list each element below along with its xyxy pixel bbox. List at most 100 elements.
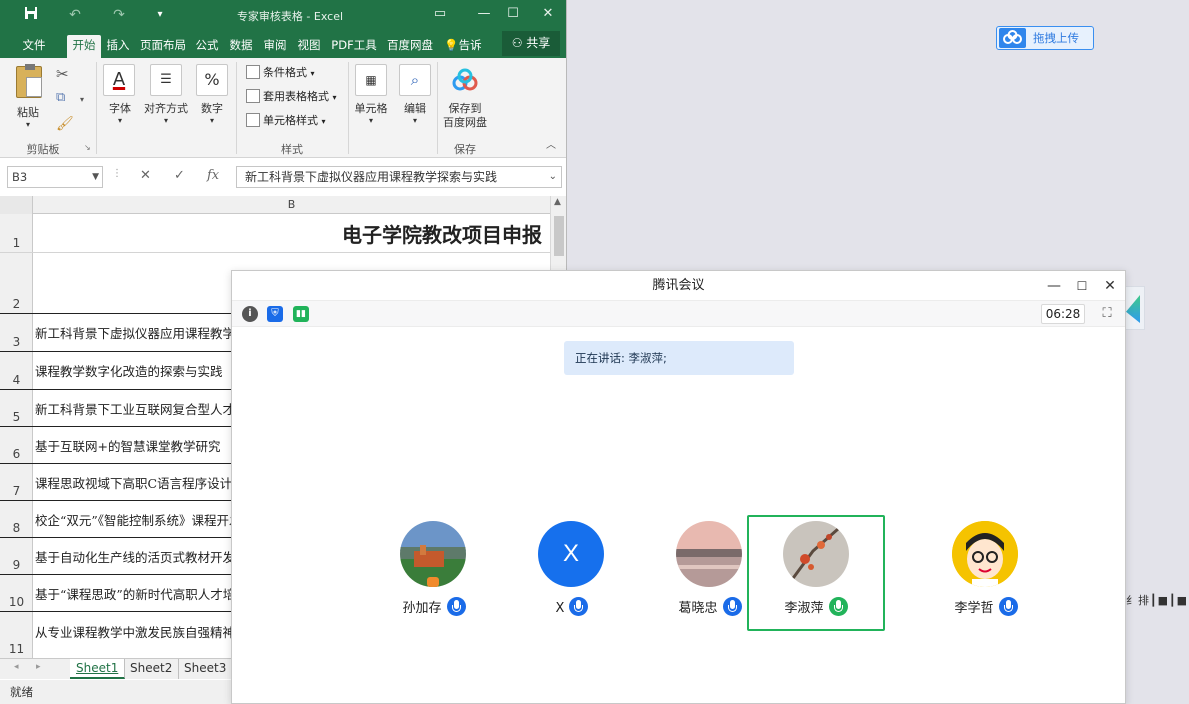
- tab-formulas[interactable]: 公式: [193, 35, 221, 58]
- collapse-ribbon-icon[interactable]: ︿: [546, 136, 556, 156]
- row-header[interactable]: 10: [0, 575, 33, 611]
- number-label: 数字: [201, 102, 223, 115]
- copy-dropdown-icon[interactable]: ▾: [80, 90, 84, 110]
- row-header[interactable]: 3: [0, 314, 33, 351]
- row-header[interactable]: 1: [0, 214, 33, 252]
- participant-name: X: [503, 597, 641, 616]
- participant-tile-active-speaker[interactable]: 李淑萍: [747, 515, 885, 631]
- number-dropdown-icon: ▾: [209, 116, 214, 125]
- cell-style-button[interactable]: 单元格样式 ▾: [246, 111, 326, 131]
- row-header[interactable]: 8: [0, 501, 33, 537]
- cell-style-label: 单元格样式: [263, 114, 318, 127]
- speaking-indicator: 正在讲话: 李淑萍;: [564, 341, 794, 375]
- cells-dropdown-icon: ▾: [368, 116, 373, 125]
- edit-button[interactable]: ⌕ 编辑 ▾: [397, 64, 433, 134]
- paste-label: 粘贴: [17, 106, 39, 119]
- tab-home[interactable]: 开始: [67, 35, 101, 58]
- share-button[interactable]: ⚇ 共享: [502, 31, 560, 56]
- signal-icon[interactable]: ▮▮: [293, 306, 309, 322]
- maximize-icon[interactable]: ☐: [1072, 276, 1092, 296]
- fullscreen-icon[interactable]: ⛶: [1098, 305, 1116, 323]
- row-header[interactable]: 4: [0, 352, 33, 389]
- info-icon[interactable]: i: [242, 306, 258, 322]
- row-header[interactable]: 9: [0, 538, 33, 574]
- tab-file[interactable]: 文件: [14, 35, 54, 58]
- save-to-baidu-button[interactable]: 保存到 百度网盘: [440, 64, 490, 134]
- font-button[interactable]: A 字体 ▾: [102, 64, 138, 134]
- sheet-tab-1[interactable]: Sheet1: [70, 659, 126, 679]
- prev-sheet-icon[interactable]: ◂: [14, 662, 19, 672]
- select-all-corner[interactable]: [0, 196, 33, 214]
- name-box-value: B3: [12, 170, 28, 184]
- enter-icon[interactable]: ✓: [174, 168, 185, 183]
- row-header[interactable]: 6: [0, 427, 33, 463]
- scroll-up-icon[interactable]: ▲: [554, 197, 561, 207]
- copy-icon[interactable]: ⧉: [56, 88, 65, 108]
- scroll-thumb[interactable]: [554, 216, 564, 256]
- cancel-icon[interactable]: ✕: [140, 168, 151, 183]
- cut-icon[interactable]: ✂: [56, 64, 69, 84]
- sheet-tab-2[interactable]: Sheet2: [124, 659, 180, 679]
- security-shield-icon[interactable]: ⛨: [267, 306, 283, 322]
- lightbulb-icon: 💡: [444, 38, 459, 52]
- row-header[interactable]: 7: [0, 464, 33, 500]
- tab-view[interactable]: 视图: [295, 35, 323, 58]
- participant-name: 李淑萍: [747, 597, 885, 616]
- sheet-title-cell[interactable]: 电子学院教改项目申报: [35, 214, 550, 252]
- save-icon[interactable]: [22, 6, 40, 24]
- close-icon[interactable]: ✕: [1100, 276, 1120, 296]
- participant-tile[interactable]: 孙加存: [365, 515, 503, 631]
- align-button[interactable]: ☰ 对齐方式 ▾: [141, 64, 191, 134]
- close-icon[interactable]: ✕: [538, 5, 558, 23]
- sheet-tab-3[interactable]: Sheet3: [178, 659, 234, 679]
- table-row[interactable]: 1 电子学院教改项目申报: [0, 214, 550, 253]
- cell-style-icon: [246, 113, 260, 127]
- format-painter-icon[interactable]: 🖌: [56, 114, 74, 134]
- tab-review[interactable]: 审阅: [261, 35, 289, 58]
- divider: [437, 62, 438, 154]
- expand-formula-icon[interactable]: ⌄: [549, 167, 557, 187]
- formula-input[interactable]: 新工科背景下虚拟仪器应用课程教学探索与实践 ⌄: [236, 166, 562, 188]
- ribbon-display-icon[interactable]: ▭: [430, 5, 450, 23]
- cells-button[interactable]: ▦ 单元格 ▾: [352, 64, 390, 134]
- dialog-launcher-icon[interactable]: ↘: [84, 138, 91, 158]
- baidu-cloud-icon: [999, 28, 1026, 48]
- tab-data[interactable]: 数据: [227, 35, 255, 58]
- participant-tile[interactable]: X X: [503, 515, 641, 631]
- next-sheet-icon[interactable]: ▸: [36, 662, 41, 672]
- participant-tile[interactable]: 李学哲: [917, 515, 1055, 631]
- edit-dropdown-icon: ▾: [412, 116, 417, 125]
- divider: [236, 62, 237, 154]
- table-format-button[interactable]: 套用表格格式 ▾: [246, 87, 337, 107]
- paste-button[interactable]: 粘贴 ▾: [10, 64, 46, 136]
- undo-icon[interactable]: ↶: [66, 6, 84, 24]
- minimize-icon[interactable]: —: [474, 5, 494, 23]
- number-button[interactable]: % 数字 ▾: [194, 64, 230, 134]
- row-header[interactable]: 2: [0, 253, 33, 313]
- upload-button[interactable]: 拖拽上传: [996, 26, 1094, 50]
- align-icon: ☰: [150, 64, 182, 96]
- table-format-label: 套用表格格式: [263, 90, 329, 103]
- meeting-timer: 06:28: [1041, 304, 1085, 324]
- row-header[interactable]: 11: [0, 612, 33, 658]
- tab-tell-me[interactable]: 💡告诉: [441, 35, 485, 58]
- minimize-icon[interactable]: —: [1044, 276, 1064, 296]
- font-dropdown-icon: ▾: [117, 116, 122, 125]
- insert-function-icon[interactable]: fx: [207, 168, 219, 183]
- percent-icon: %: [196, 64, 228, 96]
- cells-icon: ▦: [355, 64, 387, 96]
- customize-icon[interactable]: ▾: [151, 6, 169, 24]
- clipboard-icon: [16, 64, 42, 98]
- paste-dropdown-icon: ▾: [25, 120, 30, 129]
- conditional-format-button[interactable]: 条件格式 ▾: [246, 63, 315, 83]
- tab-pdf-tools[interactable]: PDF工具: [329, 35, 379, 58]
- redo-icon[interactable]: ↷: [110, 6, 128, 24]
- name-box[interactable]: B3 ▼: [7, 166, 103, 188]
- row-header[interactable]: 5: [0, 390, 33, 426]
- column-header-b[interactable]: B: [34, 196, 549, 214]
- avatar: [783, 521, 849, 587]
- tab-baidu-pan[interactable]: 百度网盘: [385, 35, 435, 58]
- tab-page-layout[interactable]: 页面布局: [138, 35, 188, 58]
- maximize-icon[interactable]: ☐: [503, 5, 523, 23]
- tab-insert[interactable]: 插入: [104, 35, 132, 58]
